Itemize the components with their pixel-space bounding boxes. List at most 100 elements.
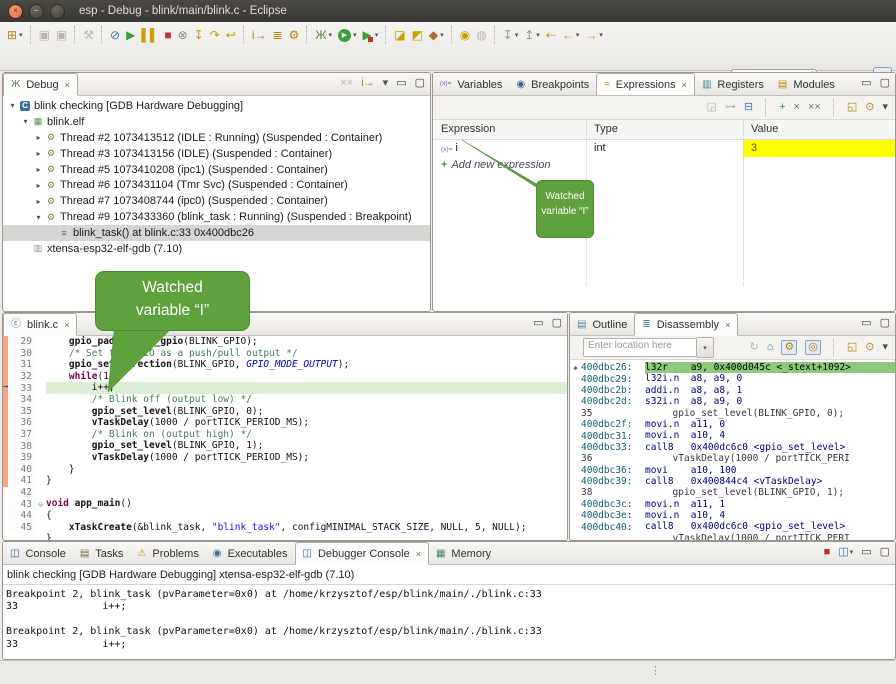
run-launch-button[interactable]: ▶▾ xyxy=(335,25,360,45)
search-button[interactable]: ◉ xyxy=(457,25,473,45)
code-text[interactable]: gpio_set_level(BLINK_GPIO, 1); xyxy=(46,440,567,452)
instruction-stepping-toggle[interactable]: i→ xyxy=(361,78,374,89)
column-header-expression[interactable]: Expression xyxy=(433,120,586,139)
view-menu-button[interactable]: ▾ xyxy=(383,78,389,89)
code-text[interactable]: } xyxy=(46,464,567,476)
code-text[interactable]: while(1) xyxy=(46,371,567,383)
maximize-button[interactable]: ▢ xyxy=(880,78,890,89)
external-tools-button[interactable]: ▶▾ xyxy=(359,25,381,45)
line-number[interactable]: 31 xyxy=(8,359,35,370)
maximize-button[interactable] xyxy=(50,4,65,19)
disassembly-row[interactable]: 400dbc2b:addi.n a8, a8, 1 xyxy=(570,385,895,396)
fold-marker-icon[interactable]: ⊖ xyxy=(35,500,46,509)
code-text[interactable]: gpio_set_direction(BLINK_GPIO, GPIO_MODE… xyxy=(46,359,567,371)
code-text[interactable]: gpio_set_level(BLINK_GPIO, 0); xyxy=(46,406,567,418)
column-header-type[interactable]: Type xyxy=(586,120,743,139)
line-number[interactable]: 42 xyxy=(8,487,35,498)
code-text[interactable]: vTaskDelay(1000 / portTICK_PERIOD_MS); xyxy=(46,417,567,429)
tab-breakpoints[interactable]: ◉Breakpoints xyxy=(509,74,596,95)
code-text[interactable]: /* Set the GPIO as a push/pull output */ xyxy=(46,348,567,360)
disassembly-row[interactable]: 400dbc2f:movi.n a11, 0 xyxy=(570,419,895,430)
disconnect-button[interactable]: ⊗ xyxy=(175,25,191,45)
expander-icon[interactable]: ▸ xyxy=(33,181,44,190)
pin-view-button[interactable]: ⊙ xyxy=(865,102,874,113)
remove-all-expressions-button[interactable]: ×× xyxy=(808,102,821,113)
step-into-button[interactable]: ↧ xyxy=(191,25,207,45)
minimize-button[interactable]: ▭ xyxy=(396,78,406,89)
remove-expression-button[interactable]: × xyxy=(794,102,800,113)
line-number[interactable]: 37 xyxy=(8,429,35,440)
next-annotation-button[interactable]: ↧▾ xyxy=(500,25,522,45)
minimize-button[interactable]: − xyxy=(29,4,44,19)
expander-icon[interactable]: ▸ xyxy=(33,149,44,158)
line-number[interactable]: 30 xyxy=(8,348,35,359)
expander-icon[interactable]: ▸ xyxy=(33,165,44,174)
maximize-button[interactable]: ▢ xyxy=(415,78,425,89)
display-selected-console-button[interactable]: ◫▾ xyxy=(838,547,853,558)
code-text[interactable]: /* Blink on (output high) */ xyxy=(46,429,567,441)
terminate-console-button[interactable]: ■ xyxy=(824,547,831,558)
tab-problems[interactable]: ⚠Problems xyxy=(130,543,205,564)
disassembly-row[interactable]: 400dbc2d:s32i.n a8, a9, 0 xyxy=(570,396,895,407)
code-text[interactable]: gpio_pad_select_gpio(BLINK_GPIO); xyxy=(46,336,567,348)
back-button[interactable]: ←▾ xyxy=(559,25,583,45)
step-return-button[interactable]: ↩ xyxy=(223,25,239,45)
maximize-button[interactable]: ▢ xyxy=(552,318,562,329)
expression-row[interactable]: +Add new expression xyxy=(433,157,895,174)
line-number[interactable]: 44 xyxy=(8,510,35,521)
line-number[interactable]: 29 xyxy=(8,336,35,347)
tab-tasks[interactable]: ▤Tasks xyxy=(73,543,131,564)
line-number[interactable]: 35 xyxy=(8,406,35,417)
disassembly-row[interactable]: ◆400dbc26:l32r a9, 0x400d045c <_stext+10… xyxy=(570,362,895,373)
disassembly-row[interactable]: 400dbc36:movi a10, 100 xyxy=(570,465,895,476)
tab-disassembly[interactable]: ≣Disassembly× xyxy=(634,313,738,336)
skip-all-breakpoints-button[interactable]: ⊘ xyxy=(107,25,123,45)
line-number[interactable]: 32 xyxy=(8,371,35,382)
minimize-button[interactable]: ▭ xyxy=(861,78,871,89)
line-number[interactable]: 45 xyxy=(8,522,35,533)
open-type-button[interactable]: ◍ xyxy=(473,25,489,45)
tree-row[interactable]: ▸⚙Thread #3 1073413156 (IDLE) (Suspended… xyxy=(3,146,430,162)
tab-debug[interactable]: ЖDebug× xyxy=(3,73,78,96)
refresh-button[interactable]: ↻ xyxy=(749,342,758,353)
tab-memory[interactable]: ▦Memory xyxy=(429,543,498,564)
code-editor[interactable]: 29 gpio_pad_select_gpio(BLINK_GPIO); 30 /… xyxy=(3,336,567,541)
show-source-toggle[interactable]: ⚙ xyxy=(781,340,797,355)
console-output[interactable]: Breakpoint 2, blink_task (pvParameter=0x… xyxy=(3,585,895,651)
last-edit-location-button[interactable]: ⇠ xyxy=(543,25,559,45)
code-text[interactable]: void app_main() xyxy=(46,498,567,510)
line-number[interactable]: 38 xyxy=(8,441,35,452)
collapse-all-button[interactable]: ⊟ xyxy=(744,102,753,113)
tree-row[interactable]: ▾▦blink.elf xyxy=(3,114,430,130)
tree-row[interactable]: ▸⚙Thread #5 1073410208 (ipc1) (Suspended… xyxy=(3,162,430,178)
view-menu-button[interactable]: ▾ xyxy=(882,102,888,113)
code-text[interactable]: { xyxy=(46,510,567,522)
resume-button[interactable]: ▶ xyxy=(123,25,138,45)
line-number[interactable]: 34 xyxy=(8,394,35,405)
code-text[interactable]: i++; xyxy=(46,382,567,394)
open-task-button[interactable]: ◪ xyxy=(391,25,408,45)
line-number[interactable]: 39 xyxy=(8,452,35,463)
step-over-button[interactable]: ↷ xyxy=(207,25,223,45)
disassembly-row[interactable]: 400dbc40:call8 0x400dc6c0 <gpio_set_leve… xyxy=(570,521,895,532)
debug-launch-button[interactable]: Ж▾ xyxy=(312,25,335,45)
line-number[interactable]: 41 xyxy=(8,475,35,486)
disassembly-row[interactable]: 400dbc31:movi.n a10, 4 xyxy=(570,430,895,441)
new-source-file-button[interactable]: ◆▾ xyxy=(426,25,447,45)
previous-annotation-button[interactable]: ↥▾ xyxy=(521,25,543,45)
code-text[interactable]: xTaskCreate(&blink_task, "blink_task", c… xyxy=(46,522,567,534)
close-button[interactable]: × xyxy=(8,4,23,19)
tab-executables[interactable]: ◉Executables xyxy=(206,543,295,564)
line-number[interactable]: 36 xyxy=(8,417,35,428)
close-icon[interactable]: × xyxy=(416,549,421,559)
track-expression-toggle[interactable]: ◎ xyxy=(805,340,821,355)
forward-button[interactable]: →▾ xyxy=(582,25,606,45)
tree-row[interactable]: ▸⚙Thread #2 1073413512 (IDLE : Running) … xyxy=(3,130,430,146)
new-view-button[interactable]: ◱ xyxy=(847,102,857,113)
disassembly-row[interactable]: 35 gpio_set_level(BLINK_GPIO, 0); xyxy=(570,408,895,419)
minimize-button[interactable]: ▭ xyxy=(533,318,543,329)
show-type-names-button[interactable]: ◲ xyxy=(706,102,716,113)
minimize-button[interactable]: ▭ xyxy=(861,318,871,329)
disassembly-row[interactable]: 400dbc3c:movi.n a11, 1 xyxy=(570,499,895,510)
maximize-button[interactable]: ▢ xyxy=(880,318,890,329)
